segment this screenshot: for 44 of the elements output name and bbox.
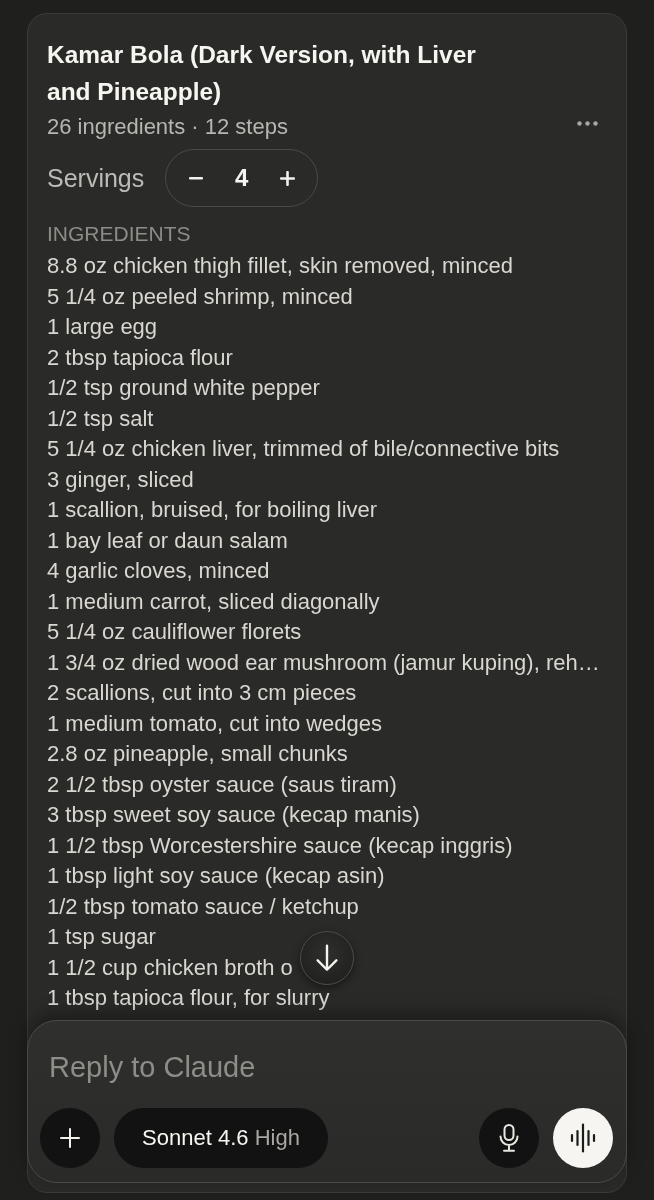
model-selector[interactable]: Sonnet 4.6 High	[114, 1108, 328, 1168]
scroll-down-button[interactable]	[300, 931, 354, 985]
servings-value: 4	[235, 164, 249, 192]
ingredient-item: 1/2 tbsp tomato sauce / ketchup	[47, 893, 359, 919]
ingredients-heading: INGREDIENTS	[47, 221, 192, 247]
more-icon	[577, 120, 598, 126]
ingredient-item: 1 1/2 cup chicken broth o	[47, 954, 293, 980]
ingredient-item: 2 scallions, cut into 3 cm pieces	[47, 680, 357, 705]
ingredient-item: 1 medium tomato, cut into wedges	[47, 710, 383, 736]
ingredient-item: 1 large egg	[47, 314, 158, 339]
waveform-icon	[570, 1123, 596, 1153]
ingredient-item: 5 1/4 oz chicken liver, trimmed of bile/connective bits	[47, 436, 560, 461]
ingredient-item: 1 scallion, bruised, for boiling liver	[47, 497, 378, 522]
ingredient-item: 4 garlic cloves, minced	[47, 558, 270, 583]
ingredient-item: 8.8 oz chicken thigh fillet, skin removed, minced	[47, 253, 513, 278]
ingredient-item: 1 1/2 tbsp Worcestershire sauce (kecap inggris)	[47, 832, 513, 858]
ingredient-item: 5 1/4 oz cauliflower florets	[47, 619, 302, 644]
minus-icon	[189, 176, 204, 180]
recipe-title: Kamar Bola (Dark Version, with Liver and Pineapple)	[47, 40, 477, 107]
servings-label: Servings	[47, 163, 145, 193]
ingredient-item: 1 tbsp tapioca flour, for slurry	[47, 985, 330, 1010]
ingredient-item: 1 tbsp light soy sauce (kecap asin)	[47, 863, 385, 888]
ingredient-item: 1 tsp sugar	[47, 924, 156, 949]
ingredient-item: 1 medium carrot, sliced diagonally	[47, 588, 380, 614]
ingredient-item: 1/2 tsp salt	[47, 405, 154, 431]
reply-input[interactable]: Reply to Claude	[49, 1046, 589, 1088]
arrow-down-icon	[316, 944, 338, 972]
ingredient-item: 3 ginger, sliced	[47, 466, 194, 492]
microphone-icon	[499, 1124, 519, 1152]
ingredient-item: 1 3/4 oz dried wood ear mushroom (jamur kuping), reh…	[47, 649, 600, 675]
ingredient-item: 2 1/2 tbsp oyster sauce (saus tiram)	[47, 771, 397, 797]
ingredient-item: 2.8 oz pineapple, small chunks	[47, 741, 348, 766]
voice-mode-button[interactable]	[553, 1108, 613, 1168]
more-button[interactable]	[577, 120, 598, 126]
ingredient-item: 1/2 tsp ground white pepper	[47, 375, 320, 400]
attach-button[interactable]	[40, 1108, 100, 1168]
microphone-button[interactable]	[479, 1108, 539, 1168]
ingredient-item: 2 tbsp tapioca flour	[47, 344, 233, 370]
ingredient-item: 5 1/4 oz peeled shrimp, minced	[47, 283, 353, 309]
ingredient-item: 1 bay leaf or daun salam	[47, 527, 288, 553]
plus-icon	[60, 1128, 80, 1148]
plus-icon	[279, 170, 295, 186]
recipe-summary: 26 ingredients · 12 steps	[47, 114, 288, 140]
ingredient-item: 3 tbsp sweet soy sauce (kecap manis)	[47, 802, 420, 827]
